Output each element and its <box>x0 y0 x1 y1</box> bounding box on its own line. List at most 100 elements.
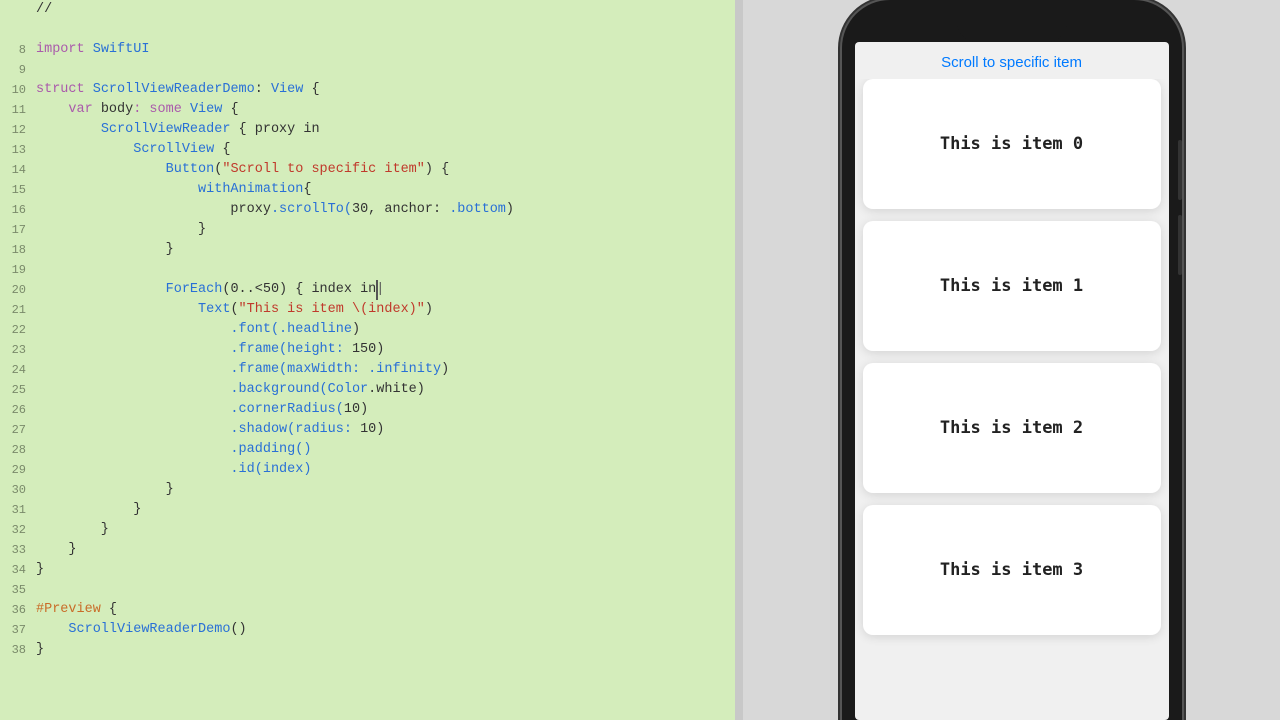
item-card: This is item 2 <box>863 363 1161 493</box>
line-content: } <box>36 540 735 560</box>
line-content: import SwiftUI <box>36 40 735 60</box>
code-line: 28 .padding() <box>0 440 735 460</box>
line-content: struct ScrollViewReaderDemo: View { <box>36 80 735 100</box>
code-line <box>0 20 735 40</box>
line-content: } <box>36 220 735 240</box>
code-line: 34} <box>0 560 735 580</box>
code-line: 19 <box>0 260 735 280</box>
line-content: ScrollViewReaderDemo() <box>36 620 735 640</box>
line-content: Text("This is item \(index)") <box>36 300 735 320</box>
line-number: 8 <box>0 40 36 60</box>
code-line: 32 } <box>0 520 735 540</box>
line-number: 36 <box>0 600 36 620</box>
line-number: 25 <box>0 380 36 400</box>
line-content: .frame(height: 150) <box>36 340 735 360</box>
phone-notch <box>957 14 1067 42</box>
code-line: 30 } <box>0 480 735 500</box>
line-content: // <box>36 0 735 20</box>
line-content: proxy.scrollTo(30, anchor: .bottom) <box>36 200 735 220</box>
code-line: 15 withAnimation{ <box>0 180 735 200</box>
item-label: This is item 3 <box>940 560 1083 580</box>
line-number: 22 <box>0 320 36 340</box>
code-line: 16 proxy.scrollTo(30, anchor: .bottom) <box>0 200 735 220</box>
code-line: 13 ScrollView { <box>0 140 735 160</box>
line-content: } <box>36 520 735 540</box>
line-number: 24 <box>0 360 36 380</box>
line-number: 18 <box>0 240 36 260</box>
code-line: 12 ScrollViewReader { proxy in <box>0 120 735 140</box>
line-number: 17 <box>0 220 36 240</box>
line-content: .background(Color.white) <box>36 380 735 400</box>
line-content: } <box>36 640 735 660</box>
code-line: 25 .background(Color.white) <box>0 380 735 400</box>
line-number: 13 <box>0 140 36 160</box>
line-number: 11 <box>0 100 36 120</box>
line-content: ForEach(0..<50) { index in| <box>36 280 735 300</box>
line-content: ScrollViewReader { proxy in <box>36 120 735 140</box>
line-content: .padding() <box>36 440 735 460</box>
code-line: 35 <box>0 580 735 600</box>
code-line: 21 Text("This is item \(index)") <box>0 300 735 320</box>
line-content: ScrollView { <box>36 140 735 160</box>
code-line: 18 } <box>0 240 735 260</box>
preview-panel: Scroll to specific item This is item 0Th… <box>743 0 1280 720</box>
line-content: } <box>36 500 735 520</box>
items-list: This is item 0 This is item 1 This is item… <box>855 79 1169 720</box>
item-card: This is item 3 <box>863 505 1161 635</box>
line-content: .shadow(radius: 10) <box>36 420 735 440</box>
code-line: 9 <box>0 60 735 80</box>
line-number: 15 <box>0 180 36 200</box>
line-number: 33 <box>0 540 36 560</box>
line-number: 16 <box>0 200 36 220</box>
line-number: 10 <box>0 80 36 100</box>
code-line: 37 ScrollViewReaderDemo() <box>0 620 735 640</box>
code-line: 38} <box>0 640 735 660</box>
phone-screen: Scroll to specific item This is item 0Th… <box>855 42 1169 720</box>
line-content: } <box>36 240 735 260</box>
line-number: 26 <box>0 400 36 420</box>
line-number: 37 <box>0 620 36 640</box>
line-number: 31 <box>0 500 36 520</box>
code-line: 14 Button("Scroll to specific item") { <box>0 160 735 180</box>
line-number: 20 <box>0 280 36 300</box>
line-number: 38 <box>0 640 36 660</box>
code-line: 27 .shadow(radius: 10) <box>0 420 735 440</box>
line-content: var body: some View { <box>36 100 735 120</box>
code-line: 22 .font(.headline) <box>0 320 735 340</box>
line-number: 27 <box>0 420 36 440</box>
line-number: 9 <box>0 60 36 80</box>
line-number: 29 <box>0 460 36 480</box>
line-number: 14 <box>0 160 36 180</box>
item-label: This is item 2 <box>940 418 1083 438</box>
item-label: This is item 1 <box>940 276 1083 296</box>
line-number: 21 <box>0 300 36 320</box>
code-editor: //8import SwiftUI910struct ScrollViewRea… <box>0 0 735 720</box>
code-line: 23 .frame(height: 150) <box>0 340 735 360</box>
line-content: } <box>36 480 735 500</box>
line-content: Button("Scroll to specific item") { <box>36 160 735 180</box>
line-content: } <box>36 560 735 580</box>
panel-divider <box>735 0 743 720</box>
line-number: 19 <box>0 260 36 280</box>
line-number: 32 <box>0 520 36 540</box>
code-line: 8import SwiftUI <box>0 40 735 60</box>
code-line: 20 ForEach(0..<50) { index in| <box>0 280 735 300</box>
line-content: .id(index) <box>36 460 735 480</box>
scroll-to-item-button[interactable]: Scroll to specific item <box>855 42 1169 79</box>
item-card: This is item 1 <box>863 221 1161 351</box>
line-number: 30 <box>0 480 36 500</box>
code-line: 33 } <box>0 540 735 560</box>
volume-down-button <box>1178 215 1182 275</box>
code-line: 24 .frame(maxWidth: .infinity) <box>0 360 735 380</box>
item-card: This is item 0 <box>863 79 1161 209</box>
code-line: 17 } <box>0 220 735 240</box>
code-line: // <box>0 0 735 20</box>
phone-frame: Scroll to specific item This is item 0Th… <box>842 0 1182 720</box>
line-content: .cornerRadius(10) <box>36 400 735 420</box>
line-number: 35 <box>0 580 36 600</box>
volume-up-button <box>1178 140 1182 200</box>
line-number: 23 <box>0 340 36 360</box>
line-number: 28 <box>0 440 36 460</box>
line-number: 12 <box>0 120 36 140</box>
code-line: 10struct ScrollViewReaderDemo: View { <box>0 80 735 100</box>
